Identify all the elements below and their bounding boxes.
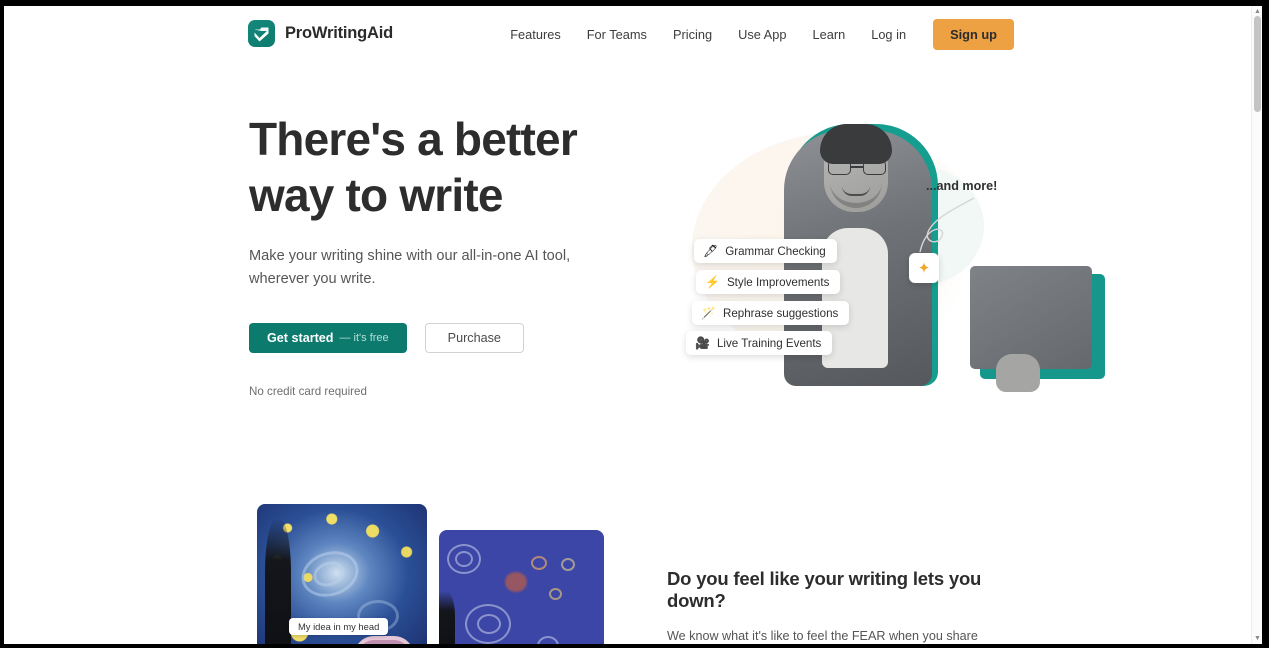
- get-started-label: Get started: [267, 331, 334, 345]
- browser-window: ProWritingAid Features For Teams Pricing…: [4, 6, 1262, 644]
- nav-link-for-teams[interactable]: For Teams: [574, 27, 660, 42]
- hero-title-line-2: way to write: [249, 169, 503, 221]
- nav-link-features[interactable]: Features: [497, 27, 574, 42]
- scroll-down-arrow[interactable]: ▼: [1254, 635, 1261, 642]
- feature-pill-label: Grammar Checking: [725, 244, 826, 258]
- get-started-sublabel: — it's free: [339, 332, 389, 344]
- stylized-blue-panel: [439, 530, 604, 644]
- scrollbar-thumb[interactable]: [1254, 16, 1261, 112]
- no-credit-card-note: No credit card required: [249, 385, 367, 398]
- lightning-bolt-icon: ⚡: [705, 275, 720, 289]
- feature-pill-grammar-checking: 🖋 Grammar Checking: [694, 239, 837, 263]
- person-hair: [820, 124, 892, 164]
- movie-camera-icon: 🎥: [695, 336, 710, 350]
- feature-pill-live-training-events: 🎥 Live Training Events: [686, 331, 833, 355]
- hero-cta-row: Get started — it's free Purchase: [249, 323, 589, 353]
- page-title: There's a better way to write: [249, 111, 589, 223]
- section-heading: Do you feel like your writing lets you d…: [667, 568, 982, 611]
- scroll-up-arrow[interactable]: ▲: [1254, 8, 1261, 15]
- purchase-button[interactable]: Purchase: [424, 323, 524, 353]
- feature-pill-label: Style Improvements: [726, 275, 830, 289]
- person-hand: [996, 354, 1040, 392]
- site-logo-text: ProWritingAid: [285, 24, 394, 42]
- site-header: ProWritingAid Features For Teams Pricing…: [4, 6, 1252, 62]
- nav-link-learn[interactable]: Learn: [799, 27, 858, 42]
- section-body-text: We know what it's like to feel the FEAR …: [667, 629, 978, 643]
- sign-up-button[interactable]: Sign up: [933, 18, 1014, 50]
- curved-connector-line: [919, 197, 975, 253]
- and-more-label: ...and more!: [926, 179, 998, 193]
- glasses-icon: [828, 160, 886, 175]
- hero-illustration: 🖋 Grammar Checking ⚡ Style Improvements …: [664, 106, 1105, 396]
- hero-section: There's a better way to write Make your …: [249, 111, 589, 398]
- lower-text-section: Do you feel like your writing lets you d…: [667, 568, 1012, 644]
- get-started-button[interactable]: Get started — it's free: [249, 323, 407, 353]
- nav-link-pricing[interactable]: Pricing: [660, 27, 725, 42]
- painting-cypress-tree: [265, 520, 291, 644]
- page-viewport: ProWritingAid Features For Teams Pricing…: [4, 6, 1252, 644]
- feature-pill-rephrase-suggestions: 🪄 Rephrase suggestions: [692, 301, 850, 325]
- nav-link-use-app[interactable]: Use App: [725, 27, 799, 42]
- nav-link-log-in[interactable]: Log in: [858, 27, 919, 42]
- page-scrollbar[interactable]: ▲ ▼: [1251, 6, 1262, 644]
- starry-night-illustration: My idea in my head: [249, 504, 604, 644]
- image-caption: My idea in my head: [289, 618, 389, 635]
- hero-subtitle: Make your writing shine with our all-in-…: [249, 248, 571, 287]
- feature-pill-style-improvements: ⚡ Style Improvements: [696, 270, 841, 294]
- site-logo[interactable]: ProWritingAid: [248, 20, 393, 47]
- magic-wand-icon: 🪄: [701, 306, 716, 320]
- quill-pen-icon: 🖋: [703, 244, 719, 258]
- feature-pill-label: Rephrase suggestions: [722, 306, 839, 320]
- laptop-icon: [970, 266, 1092, 369]
- main-navigation: Features For Teams Pricing Use App Learn…: [497, 6, 1014, 62]
- prowritingaid-logo-icon: [248, 20, 275, 47]
- feature-pill-label: Live Training Events: [716, 336, 822, 350]
- hero-title-line-1: There's a better: [249, 113, 578, 165]
